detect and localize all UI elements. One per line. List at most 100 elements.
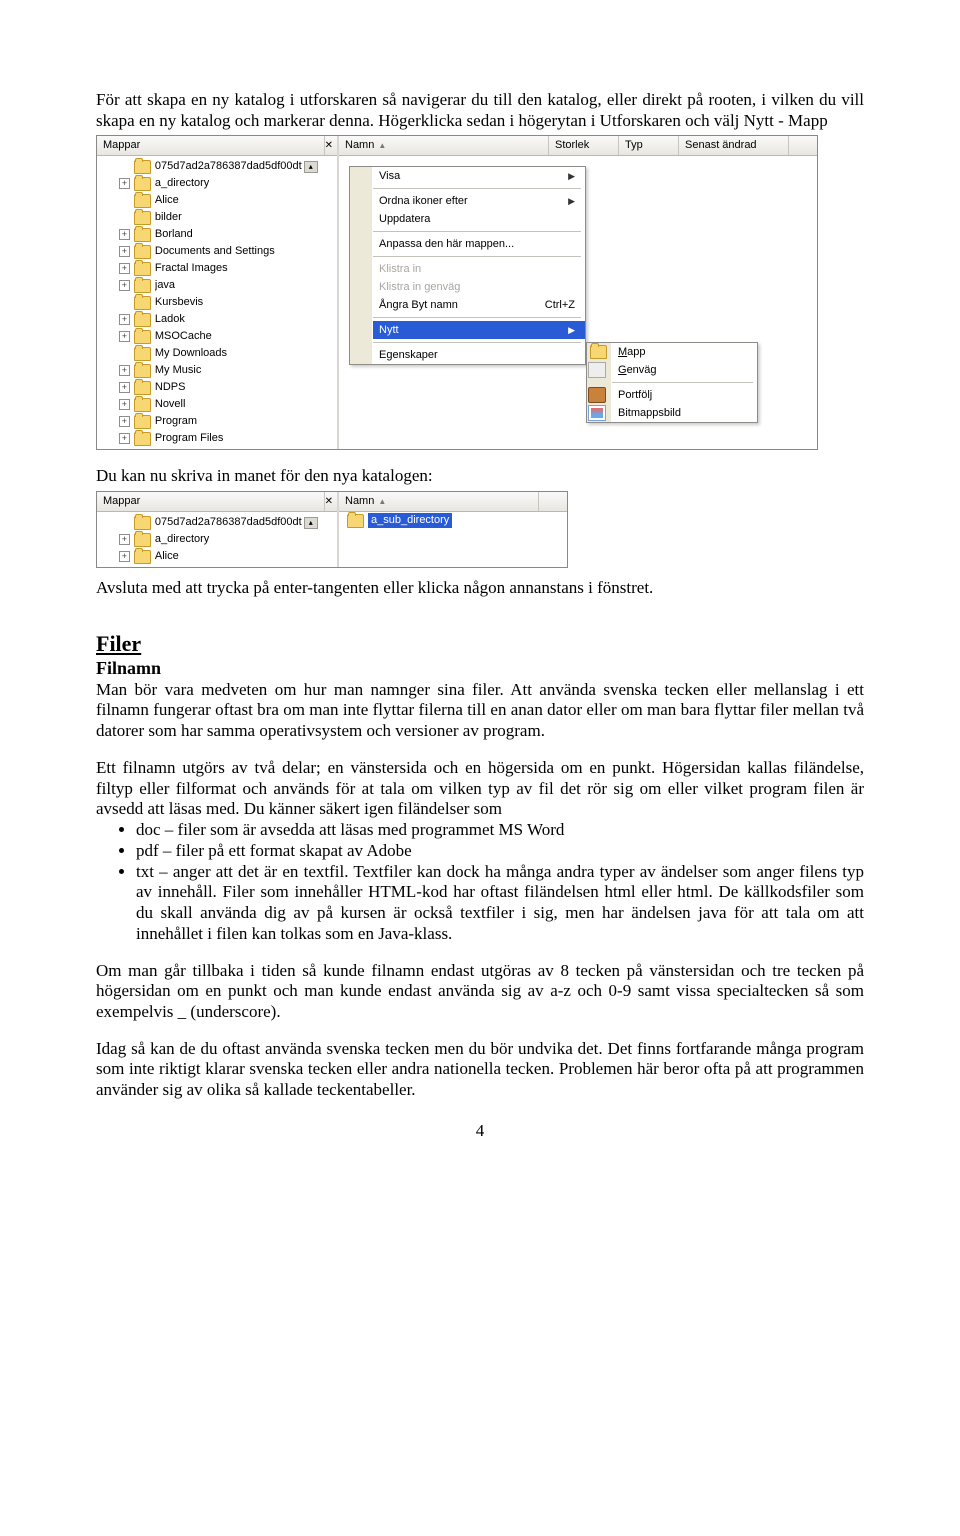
context-submenu-new[interactable]: MappGenväg PortföljBitmappsbild — [586, 342, 758, 423]
menu-item[interactable]: Anpassa den här mappen... — [373, 235, 585, 253]
expand-icon[interactable]: + — [119, 534, 130, 545]
tree-item[interactable]: + a_directory — [99, 175, 337, 192]
tree-label: Program — [155, 415, 197, 428]
tree-label: Fractal Images — [155, 262, 228, 275]
folder-icon — [134, 550, 151, 564]
expand-icon[interactable]: + — [119, 399, 130, 410]
expand-icon[interactable]: + — [119, 263, 130, 274]
tree-item[interactable]: + NDPS — [99, 379, 337, 396]
folder-icon — [134, 279, 151, 293]
chevron-right-icon: ▶ — [568, 171, 575, 182]
tree-label: Program Files — [155, 432, 223, 445]
list-item: pdf – filer på ett format skapat av Adob… — [136, 841, 864, 862]
folder-icon — [134, 347, 151, 361]
menu-item[interactable]: Genväg — [612, 361, 757, 379]
column-header[interactable]: Senast ändrad — [679, 136, 789, 155]
intro-paragraph: För att skapa en ny katalog i utforskare… — [96, 90, 864, 131]
tree-item[interactable]: + MSOCache — [99, 328, 337, 345]
list-item: txt – anger att det är en textfil. Textf… — [136, 862, 864, 945]
expand-icon[interactable]: + — [119, 280, 130, 291]
expand-icon[interactable]: + — [119, 246, 130, 257]
tree-item[interactable]: + Program — [99, 413, 337, 430]
column-header[interactable]: Namn — [339, 492, 539, 511]
tree-label: MSOCache — [155, 330, 212, 343]
para-8chars: Om man går tillbaka i tiden så kunde fil… — [96, 961, 864, 1023]
tree-item[interactable]: +a_directory — [99, 531, 337, 548]
menu-item[interactable]: Egenskaper — [373, 346, 585, 364]
extension-list: doc – filer som är avsedda att läsas med… — [136, 820, 864, 944]
scroll-up-icon[interactable]: ▴ — [304, 161, 318, 173]
shortcut-icon — [588, 362, 606, 378]
expand-icon[interactable]: + — [119, 229, 130, 240]
context-menu[interactable]: Visa▶ Ordna ikoner efter▶Uppdatera Anpassa… — [349, 166, 586, 365]
menu-item[interactable]: Portfölj — [612, 386, 757, 404]
heading-filnamn: Filnamn — [96, 658, 864, 680]
briefcase-icon — [588, 387, 606, 403]
folders-pane-title: Mappar — [97, 136, 325, 155]
tree-label: 075d7ad2a786387dad5df00dt — [155, 516, 302, 529]
close-icon[interactable]: ✕ — [325, 496, 333, 508]
tree-item[interactable]: + Program Files — [99, 430, 337, 447]
tree-label: Alice — [155, 194, 179, 207]
tree-item[interactable]: bilder — [99, 209, 337, 226]
tree-label: NDPS — [155, 381, 186, 394]
tree-item[interactable]: Kursbevis — [99, 294, 337, 311]
folder-icon — [134, 415, 151, 429]
menu-item[interactable]: Bitmappsbild — [612, 404, 757, 422]
folders-pane-title: Mappar — [97, 492, 325, 511]
tree-item[interactable]: + Fractal Images — [99, 260, 337, 277]
tree-item[interactable]: + Borland — [99, 226, 337, 243]
tree-label: Borland — [155, 228, 193, 241]
menu-item[interactable]: Ångra Byt namnCtrl+Z — [373, 296, 585, 314]
folder-icon — [134, 533, 151, 547]
expand-icon[interactable]: + — [119, 416, 130, 427]
folder-icon — [134, 313, 151, 327]
page-number: 4 — [96, 1121, 864, 1142]
heading-filer: Filer — [96, 631, 864, 658]
tree-item[interactable]: + Ladok — [99, 311, 337, 328]
tree-item[interactable]: + Novell — [99, 396, 337, 413]
expand-icon[interactable]: + — [119, 314, 130, 325]
tree-item[interactable]: +Alice — [99, 548, 337, 565]
scroll-up-icon[interactable]: ▴ — [304, 517, 318, 529]
folder-icon — [347, 514, 364, 528]
new-folder-row[interactable]: a_sub_directory — [339, 512, 567, 529]
menu-item: Klistra in genväg — [373, 278, 585, 296]
new-folder-name-input[interactable]: a_sub_directory — [368, 513, 452, 528]
close-icon[interactable]: ✕ — [325, 140, 333, 152]
folder-icon — [590, 345, 607, 359]
expand-icon[interactable]: + — [119, 551, 130, 562]
tree-label: Kursbevis — [155, 296, 203, 309]
menu-item[interactable]: Uppdatera — [373, 210, 585, 228]
list-item: doc – filer som är avsedda att läsas med… — [136, 820, 864, 841]
tree-item[interactable]: + Documents and Settings — [99, 243, 337, 260]
tree-item[interactable]: +java — [99, 277, 337, 294]
tree-label: Novell — [155, 398, 186, 411]
menu-item[interactable]: Ordna ikoner efter▶ — [373, 192, 585, 210]
menu-item[interactable]: Visa▶ — [373, 167, 585, 185]
expand-icon[interactable]: + — [119, 433, 130, 444]
folder-icon — [134, 245, 151, 259]
expand-icon[interactable]: + — [119, 365, 130, 376]
menu-item[interactable]: Mapp — [612, 343, 757, 361]
tree-label: Ladok — [155, 313, 185, 326]
screenshot-new-folder-menu: Mappar ✕ 075d7ad2a786387dad5df00dt▴ + a_d… — [96, 135, 818, 450]
tree-item[interactable]: +My Music — [99, 362, 337, 379]
menu-item[interactable]: Nytt▶ — [373, 321, 585, 339]
expand-icon[interactable]: + — [119, 178, 130, 189]
column-header[interactable]: Typ — [619, 136, 679, 155]
column-header[interactable]: Namn — [339, 136, 549, 155]
folder-icon — [134, 177, 151, 191]
expand-icon[interactable]: + — [119, 331, 130, 342]
tree-item[interactable]: 075d7ad2a786387dad5df00dt▴ — [99, 158, 337, 175]
caption-finish: Avsluta med att trycka på enter-tangente… — [96, 578, 864, 599]
tree-item[interactable]: 075d7ad2a786387dad5df00dt▴ — [99, 514, 337, 531]
tree-label: Documents and Settings — [155, 245, 275, 258]
tree-item[interactable]: Alice — [99, 192, 337, 209]
tree-label: a_directory — [155, 177, 209, 190]
folder-icon — [134, 398, 151, 412]
folder-icon — [134, 381, 151, 395]
expand-icon[interactable]: + — [119, 382, 130, 393]
tree-item[interactable]: My Downloads — [99, 345, 337, 362]
column-header[interactable]: Storlek — [549, 136, 619, 155]
